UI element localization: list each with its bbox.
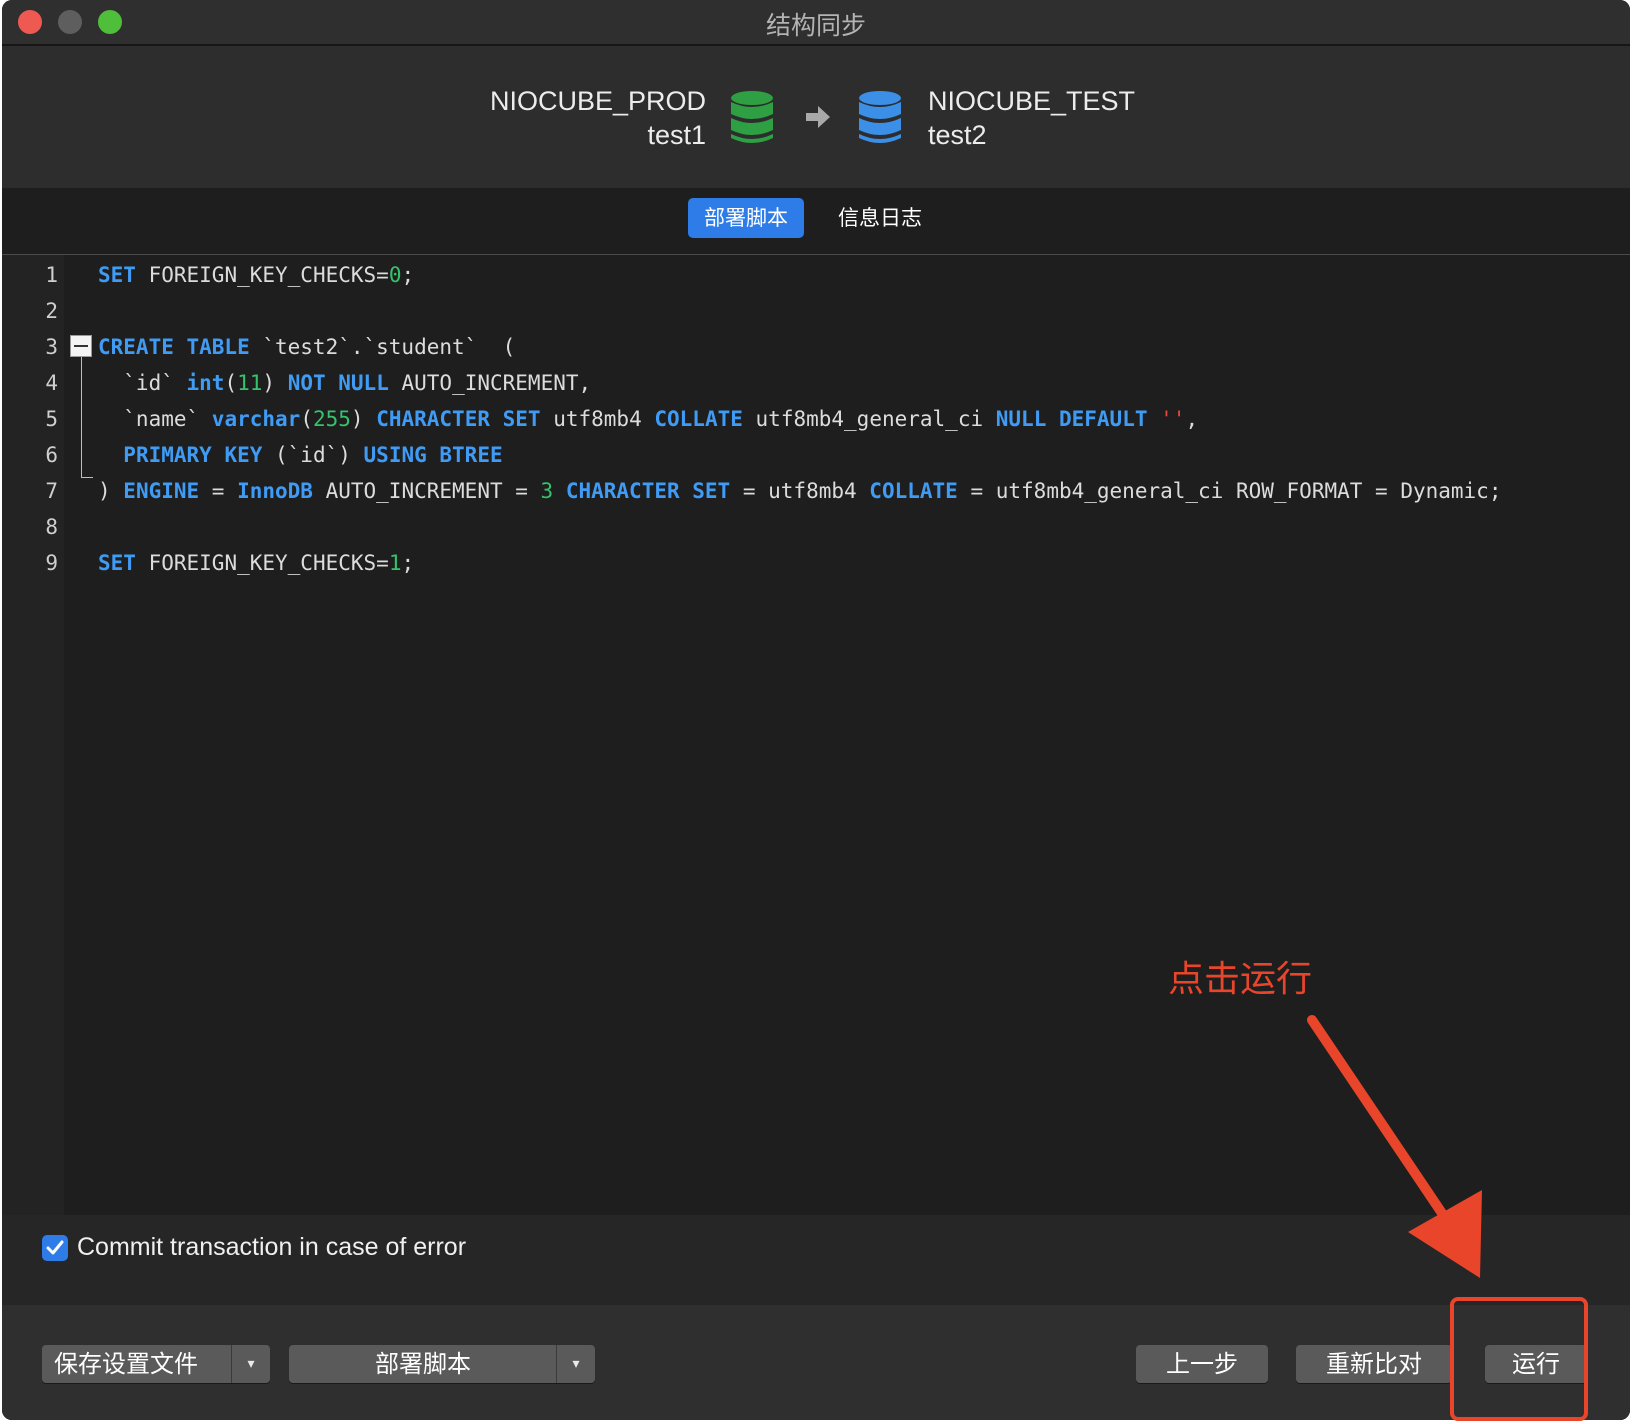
- code-token: SET: [98, 263, 136, 287]
- code-token: AUTO_INCREMENT,: [388, 371, 592, 395]
- code-token: 1: [388, 551, 402, 575]
- line-number: 7: [45, 479, 58, 503]
- code-token: `test2`.`student` (: [249, 335, 516, 359]
- save-profile-label: 保存设置文件: [54, 1350, 198, 1378]
- deploy-script-button[interactable]: 部署脚本 ▾: [289, 1345, 595, 1383]
- code-token: PRIMARY KEY: [123, 443, 263, 467]
- code-token: ;: [401, 263, 415, 287]
- database-blue-icon: [859, 91, 901, 143]
- code-token: ENGINE: [123, 479, 200, 503]
- chevron-down-icon[interactable]: ▾: [231, 1345, 270, 1383]
- footer-bar: 保存设置文件 ▾ 部署脚本 ▾ 上一步 重新比对 运行: [2, 1305, 1630, 1420]
- code-token: FOREIGN_KEY_CHECKS=: [135, 551, 389, 575]
- code-token: `name`: [98, 407, 212, 431]
- code-token: COLLATE: [869, 479, 958, 503]
- fold-guide: [81, 357, 82, 477]
- code-token: AUTO_INCREMENT =: [312, 479, 541, 503]
- code-line: PRIMARY KEY (`id`) USING BTREE: [98, 443, 503, 467]
- code-token: 255: [312, 407, 351, 431]
- target-info: NIOCUBE_TEST test2: [928, 84, 1135, 152]
- annotation-arrow-icon: [1307, 1015, 1482, 1278]
- annotation-text: 点击运行: [1168, 959, 1313, 1000]
- source-database: test1: [647, 120, 706, 150]
- code-token: ,: [1185, 407, 1199, 431]
- checkmark-icon: [46, 1240, 64, 1255]
- tab-deploy-script[interactable]: 部署脚本: [688, 198, 804, 238]
- window-title: 结构同步: [765, 11, 866, 40]
- code-line: `name` varchar(255) CHARACTER SET utf8mb…: [98, 407, 1198, 431]
- line-number: 5: [45, 407, 58, 431]
- line-number: 2: [45, 299, 58, 323]
- title-bar: 结构同步: [2, 0, 1630, 46]
- target-database: test2: [928, 120, 987, 150]
- code-token: USING BTREE: [363, 443, 503, 467]
- code-token: (`id`): [262, 443, 364, 467]
- code-token: ): [262, 371, 288, 395]
- code-token: NULL DEFAULT: [995, 407, 1148, 431]
- code-line: SET FOREIGN_KEY_CHECKS=0;: [98, 263, 414, 287]
- line-number: 9: [45, 551, 58, 575]
- line-number: 8: [45, 515, 58, 539]
- code-token: '': [1160, 407, 1186, 431]
- code-token: CREATE TABLE: [98, 335, 250, 359]
- commit-on-error-label[interactable]: Commit transaction in case of error: [77, 1233, 466, 1262]
- code-token: SET: [98, 551, 136, 575]
- code-token: FOREIGN_KEY_CHECKS=: [135, 263, 389, 287]
- save-profile-button[interactable]: 保存设置文件 ▾: [42, 1345, 270, 1383]
- code-token: = utf8mb4_general_ci ROW_FORMAT = Dynami…: [957, 479, 1502, 503]
- code-token: (: [300, 407, 313, 431]
- code-token: varchar: [211, 407, 301, 431]
- code-token: NOT NULL: [287, 371, 389, 395]
- code-token: ;: [401, 551, 415, 575]
- deploy-script-label: 部署脚本: [375, 1350, 471, 1378]
- code-line: CREATE TABLE `test2`.`student` (: [98, 335, 515, 359]
- code-token: COLLATE: [654, 407, 743, 431]
- database-green-icon: [731, 91, 773, 143]
- source-info: NIOCUBE_PROD test1: [490, 84, 706, 152]
- code-line: ) ENGINE = InnoDB AUTO_INCREMENT = 3 CHA…: [98, 479, 1501, 503]
- code-token: int: [186, 371, 225, 395]
- commit-on-error-checkbox[interactable]: [42, 1235, 68, 1261]
- code-line: SET FOREIGN_KEY_CHECKS=1;: [98, 551, 414, 575]
- code-token: utf8mb4_general_ci: [742, 407, 996, 431]
- code-token: ): [98, 479, 124, 503]
- code-token: CHARACTER SET: [376, 407, 541, 431]
- code-line: `id` int(11) NOT NULL AUTO_INCREMENT,: [98, 371, 591, 395]
- target-connection: NIOCUBE_TEST: [928, 86, 1136, 116]
- code-token: CHARACTER SET: [565, 479, 731, 503]
- annotation-highlight-box: [1450, 1297, 1588, 1421]
- code-token: 0: [388, 263, 402, 287]
- code-token: =: [199, 479, 238, 503]
- code-token: utf8mb4: [540, 407, 655, 431]
- code-token: = utf8mb4: [730, 479, 870, 503]
- recompare-button[interactable]: 重新比对: [1296, 1345, 1452, 1383]
- line-number: 1: [45, 263, 58, 287]
- fold-toggle-icon[interactable]: [70, 335, 92, 357]
- code-token: `id`: [98, 371, 187, 395]
- line-number-gutter: 1 2 3 4 5 6 7 8 9: [2, 255, 64, 1215]
- chevron-down-icon[interactable]: ▾: [556, 1345, 595, 1383]
- arrow-right-icon: [806, 106, 830, 128]
- fold-guide-end: [81, 477, 93, 478]
- line-number: 4: [45, 371, 58, 395]
- code-token: ): [350, 407, 377, 431]
- line-number: 3: [45, 335, 58, 359]
- sync-header: NIOCUBE_PROD test1 NIOCUBE_TEST test2: [2, 46, 1630, 188]
- code-token: 3: [540, 479, 554, 503]
- previous-step-button[interactable]: 上一步: [1136, 1345, 1268, 1383]
- line-number: 6: [45, 443, 58, 467]
- tab-bar: 部署脚本 信息日志: [2, 188, 1630, 255]
- code-token: InnoDB: [237, 479, 313, 503]
- code-token: 11: [237, 371, 263, 395]
- code-token: (: [224, 371, 238, 395]
- source-connection: NIOCUBE_PROD: [489, 86, 706, 116]
- tab-info-log[interactable]: 信息日志: [822, 198, 938, 238]
